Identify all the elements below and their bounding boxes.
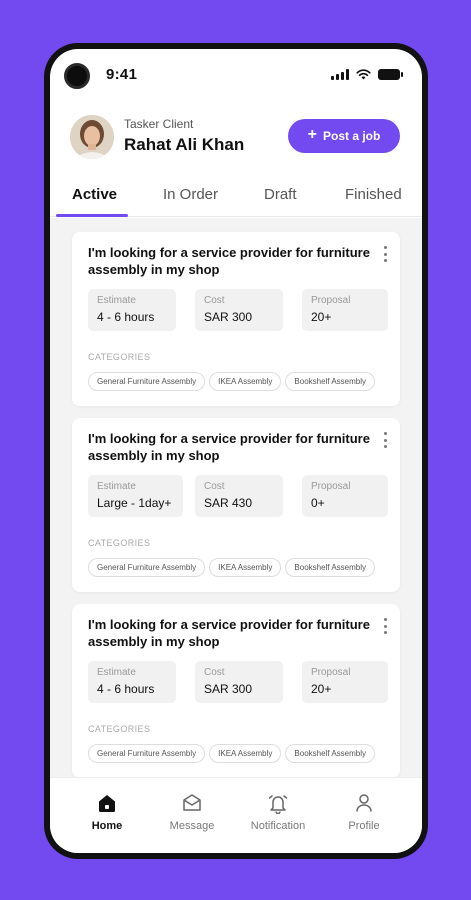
cost-value: SAR 430	[204, 496, 253, 510]
category-chip[interactable]: Bookshelf Assembly	[285, 372, 375, 391]
categories-heading: CATEGORIES	[88, 352, 151, 362]
estimate-stat: Estimate 4 - 6 hours	[88, 661, 176, 703]
nav-notification[interactable]: Notification	[238, 792, 318, 832]
cost-stat: Cost SAR 430	[195, 475, 283, 517]
job-card[interactable]: I'm looking for a service provider for f…	[72, 418, 400, 592]
categories-heading: CATEGORIES	[88, 538, 151, 548]
proposal-label: Proposal	[311, 481, 351, 492]
proposal-value: 20+	[311, 682, 332, 696]
job-title: I'm looking for a service provider for f…	[88, 245, 370, 277]
tab-label: Finished	[345, 186, 402, 203]
person-icon	[356, 794, 372, 812]
cost-stat: Cost SAR 300	[195, 661, 283, 703]
more-options-icon[interactable]	[382, 432, 388, 448]
estimate-stat: Estimate 4 - 6 hours	[88, 289, 176, 331]
category-chip[interactable]: General Furniture Assembly	[88, 744, 206, 763]
job-list[interactable]: I'm looking for a service provider for f…	[50, 218, 422, 777]
proposal-label: Proposal	[311, 295, 351, 306]
plus-icon: +	[307, 126, 317, 143]
estimate-label: Estimate	[97, 667, 136, 678]
cost-value: SAR 300	[204, 310, 253, 324]
nav-profile[interactable]: Profile	[324, 792, 404, 832]
bottom-navigation: Home Message Notification Profile	[50, 777, 422, 853]
estimate-label: Estimate	[97, 481, 136, 492]
signal-icon	[331, 69, 349, 80]
wifi-icon	[356, 69, 371, 80]
tab-label: Active	[72, 186, 118, 203]
more-options-icon[interactable]	[382, 618, 388, 634]
nav-label: Home	[91, 820, 123, 832]
category-chip[interactable]: IKEA Assembly	[209, 558, 282, 577]
category-chips: General Furniture Assembly IKEA Assembly…	[88, 372, 375, 391]
home-icon	[99, 795, 115, 812]
cost-stat: Cost SAR 300	[195, 289, 283, 331]
cost-label: Cost	[204, 481, 225, 492]
nav-label: Notification	[250, 820, 306, 832]
user-role: Tasker Client	[124, 117, 194, 131]
cost-value: SAR 300	[204, 682, 253, 696]
proposal-stat: Proposal 20+	[302, 289, 388, 331]
tab-draft[interactable]: Draft	[264, 186, 297, 203]
estimate-value: Large - 1day+	[97, 496, 172, 510]
tab-label: Draft	[264, 186, 297, 203]
proposal-value: 20+	[311, 310, 332, 324]
proposal-stat: Proposal 0+	[302, 475, 388, 517]
job-title: I'm looking for a service provider for f…	[88, 617, 370, 649]
job-card[interactable]: I'm looking for a service provider for f…	[72, 604, 400, 777]
job-card[interactable]: I'm looking for a service provider for f…	[72, 232, 400, 406]
category-chip[interactable]: General Furniture Assembly	[88, 558, 206, 577]
header: Tasker Client Rahat Ali Khan + Post a jo…	[50, 111, 422, 167]
category-chip[interactable]: General Furniture Assembly	[88, 372, 206, 391]
tab-active[interactable]: Active	[72, 186, 117, 203]
cost-label: Cost	[204, 295, 225, 306]
more-options-icon[interactable]	[382, 246, 388, 262]
phone-frame: 9:41 Tasker Client Rahat Ali Khan + Post…	[44, 43, 428, 859]
tab-label: In Order	[163, 186, 219, 203]
nav-label: Profile	[348, 820, 380, 832]
nav-label: Message	[169, 820, 215, 832]
job-title: I'm looking for a service provider for f…	[88, 431, 370, 463]
user-name: Rahat Ali Khan	[124, 135, 245, 154]
post-job-label: Post a job	[323, 129, 381, 143]
bell-icon	[268, 795, 288, 814]
status-bar: 9:41	[50, 49, 422, 101]
status-time: 9:41	[106, 66, 138, 83]
front-camera	[64, 63, 90, 89]
estimate-value: 4 - 6 hours	[97, 682, 155, 696]
estimate-label: Estimate	[97, 295, 136, 306]
category-chip[interactable]: IKEA Assembly	[209, 744, 282, 763]
active-tab-indicator	[56, 214, 128, 217]
avatar[interactable]	[70, 115, 114, 159]
status-icons	[331, 69, 403, 80]
estimate-value: 4 - 6 hours	[97, 310, 155, 324]
app-screen: 9:41 Tasker Client Rahat Ali Khan + Post…	[50, 49, 422, 853]
categories-heading: CATEGORIES	[88, 724, 151, 734]
category-chips: General Furniture Assembly IKEA Assembly…	[88, 744, 375, 763]
category-chip[interactable]: IKEA Assembly	[209, 372, 282, 391]
cost-label: Cost	[204, 667, 225, 678]
nav-home[interactable]: Home	[67, 792, 147, 832]
post-job-button[interactable]: + Post a job	[288, 119, 400, 153]
job-status-tabs: Active In Order Draft Finished	[50, 177, 422, 217]
proposal-label: Proposal	[311, 667, 351, 678]
proposal-value: 0+	[311, 496, 325, 510]
nav-message[interactable]: Message	[152, 792, 232, 832]
mail-icon	[183, 794, 201, 811]
estimate-stat: Estimate Large - 1day+	[88, 475, 183, 517]
category-chip[interactable]: Bookshelf Assembly	[285, 558, 375, 577]
tab-finished[interactable]: Finished	[345, 186, 402, 203]
tab-in-order[interactable]: In Order	[163, 186, 218, 203]
category-chip[interactable]: Bookshelf Assembly	[285, 744, 375, 763]
proposal-stat: Proposal 20+	[302, 661, 388, 703]
battery-icon	[378, 69, 403, 80]
category-chips: General Furniture Assembly IKEA Assembly…	[88, 558, 375, 577]
